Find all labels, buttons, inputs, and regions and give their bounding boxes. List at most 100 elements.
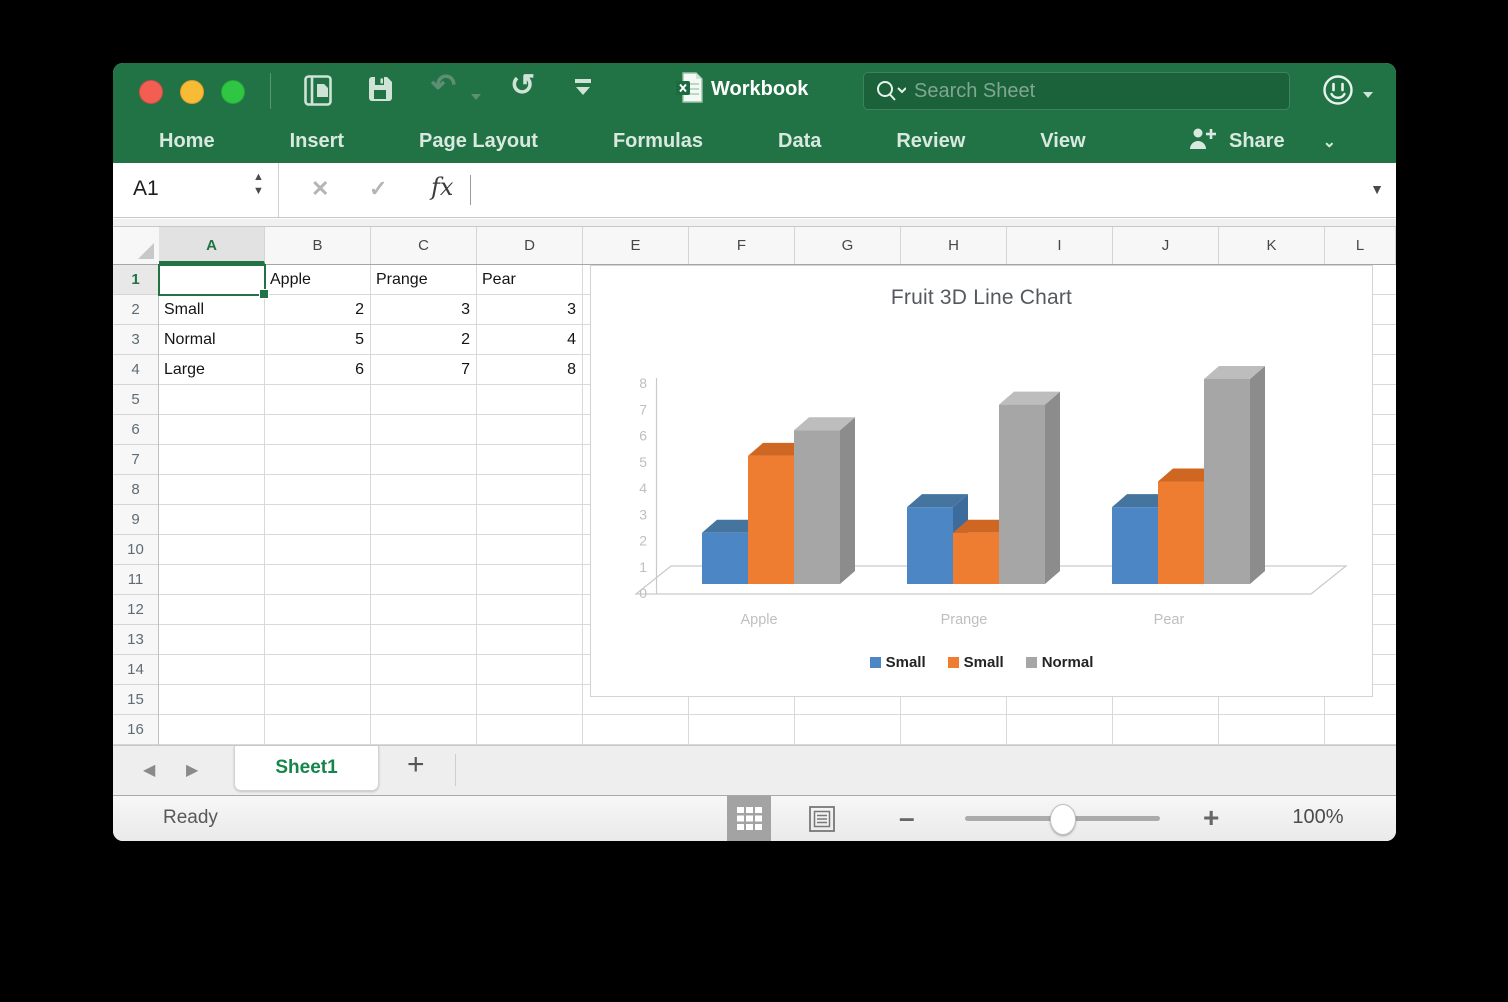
cell-B3[interactable]: 5	[265, 325, 371, 355]
fill-handle[interactable]	[259, 289, 269, 299]
new-workbook-icon[interactable]	[304, 75, 332, 111]
cell-A4[interactable]: Large	[159, 355, 265, 385]
row-header-11[interactable]: 11	[113, 565, 158, 595]
legend-swatch-icon	[947, 657, 959, 668]
insert-function-icon[interactable]: fx	[431, 173, 453, 201]
fullscreen-button[interactable]	[221, 80, 245, 104]
column-header-i[interactable]: I	[1007, 227, 1113, 264]
legend-swatch-icon	[1025, 657, 1037, 668]
svg-text:4: 4	[639, 480, 647, 496]
svg-text:Prange: Prange	[941, 612, 988, 628]
column-header-f[interactable]: F	[689, 227, 795, 264]
feedback-smiley-icon[interactable]	[1321, 73, 1355, 112]
zoom-level[interactable]: 100%	[1273, 806, 1363, 829]
column-header-b[interactable]: B	[265, 227, 371, 264]
row-header-15[interactable]: 15	[113, 685, 158, 715]
ribbon-tab-view[interactable]: View	[1040, 130, 1085, 153]
feedback-dropdown-icon[interactable]	[1363, 85, 1373, 103]
zoom-slider-thumb[interactable]	[1050, 804, 1076, 835]
cell-D4[interactable]: 8	[477, 355, 583, 385]
status-text: Ready	[163, 807, 218, 828]
legend-label: Small	[963, 654, 1004, 671]
customize-toolbar-icon[interactable]	[575, 79, 591, 100]
search-box[interactable]	[863, 72, 1290, 110]
row-header-3[interactable]: 3	[113, 325, 158, 355]
page-layout-view-button[interactable]	[800, 796, 844, 841]
normal-view-button[interactable]	[727, 796, 771, 841]
prev-sheet-icon[interactable]: ◀	[143, 760, 155, 780]
zoom-slider[interactable]	[965, 804, 1160, 835]
cancel-icon[interactable]: ✕	[311, 176, 329, 202]
row-header-14[interactable]: 14	[113, 655, 158, 685]
legend-item: Normal	[1025, 654, 1094, 671]
redo-icon[interactable]: ↺	[510, 71, 535, 101]
page-layout-view-icon	[809, 805, 835, 832]
search-icon	[876, 79, 906, 103]
ribbon-tab-home[interactable]: Home	[159, 130, 215, 153]
cell-D3[interactable]: 4	[477, 325, 583, 355]
cell-B4[interactable]: 6	[265, 355, 371, 385]
name-box-stepper[interactable]: ▲ ▼	[253, 172, 264, 197]
row-header-6[interactable]: 6	[113, 415, 158, 445]
row-header-4[interactable]: 4	[113, 355, 158, 385]
column-header-c[interactable]: C	[371, 227, 477, 264]
ribbon-tabs: Home Insert Page Layout Formulas Data Review V…	[159, 120, 1086, 163]
row-header-12[interactable]: 12	[113, 595, 158, 625]
row-header-10[interactable]: 10	[113, 535, 158, 565]
sheet-tab-sheet1[interactable]: Sheet1	[234, 746, 379, 791]
row-header-2[interactable]: 2	[113, 295, 158, 325]
ribbon-tab-data[interactable]: Data	[778, 130, 821, 153]
zoom-in-icon[interactable]: +	[1203, 802, 1219, 834]
cell-A2[interactable]: Small	[159, 295, 265, 325]
column-header-d[interactable]: D	[477, 227, 583, 264]
column-header-k[interactable]: K	[1219, 227, 1325, 264]
row-header-16[interactable]: 16	[113, 715, 158, 745]
next-sheet-icon[interactable]: ▶	[186, 760, 198, 780]
cell-D1[interactable]: Pear	[477, 265, 583, 295]
column-header-h[interactable]: H	[901, 227, 1007, 264]
cell-C3[interactable]: 2	[371, 325, 477, 355]
cell-B1[interactable]: Apple	[265, 265, 371, 295]
toolbar-divider	[270, 73, 271, 109]
share-button[interactable]: Share ⌄	[1189, 120, 1336, 163]
active-cell-selection[interactable]	[158, 264, 269, 299]
column-header-j[interactable]: J	[1113, 227, 1219, 264]
chart-legend: Small Small Normal	[591, 654, 1372, 671]
row-header-13[interactable]: 13	[113, 625, 158, 655]
save-icon[interactable]	[367, 75, 394, 108]
cell-B2[interactable]: 2	[265, 295, 371, 325]
ribbon-tab-insert[interactable]: Insert	[290, 130, 344, 153]
ribbon-tab-formulas[interactable]: Formulas	[613, 130, 703, 153]
minimize-button[interactable]	[180, 80, 204, 104]
select-all-corner[interactable]	[113, 227, 160, 264]
column-header-a[interactable]: A	[159, 227, 265, 264]
cell-C4[interactable]: 7	[371, 355, 477, 385]
zoom-out-icon[interactable]: –	[899, 802, 915, 834]
close-button[interactable]	[139, 80, 163, 104]
ribbon-tab-review[interactable]: Review	[896, 130, 965, 153]
cell-D2[interactable]: 3	[477, 295, 583, 325]
column-header-l[interactable]: L	[1325, 227, 1396, 264]
row-header-5[interactable]: 5	[113, 385, 158, 415]
svg-text:0: 0	[639, 585, 647, 601]
formula-bar-expand-icon[interactable]: ▼	[1370, 181, 1384, 197]
ribbon-collapse-icon[interactable]: ⌄	[1323, 132, 1336, 152]
enter-icon[interactable]: ✓	[369, 176, 387, 202]
cell-A3[interactable]: Normal	[159, 325, 265, 355]
add-sheet-button[interactable]: +	[407, 748, 425, 782]
column-header-g[interactable]: G	[795, 227, 901, 264]
legend-swatch-icon	[869, 657, 881, 668]
name-box[interactable]: A1 ▲ ▼	[113, 163, 279, 217]
formula-grid-divider	[113, 219, 1396, 227]
row-header-9[interactable]: 9	[113, 505, 158, 535]
cell-C1[interactable]: Prange	[371, 265, 477, 295]
cell-C2[interactable]: 3	[371, 295, 477, 325]
row-header-7[interactable]: 7	[113, 445, 158, 475]
row-header-1[interactable]: 1	[113, 265, 158, 295]
column-header-e[interactable]: E	[583, 227, 689, 264]
row-header-8[interactable]: 8	[113, 475, 158, 505]
fruit-chart[interactable]: Fruit 3D Line Chart 0 1 2 3 4 5 6 7 8 Apple Prange…	[590, 265, 1373, 697]
legend-label: Normal	[1041, 654, 1094, 671]
ribbon-tab-page-layout[interactable]: Page Layout	[419, 130, 538, 153]
search-input[interactable]	[912, 78, 1289, 104]
